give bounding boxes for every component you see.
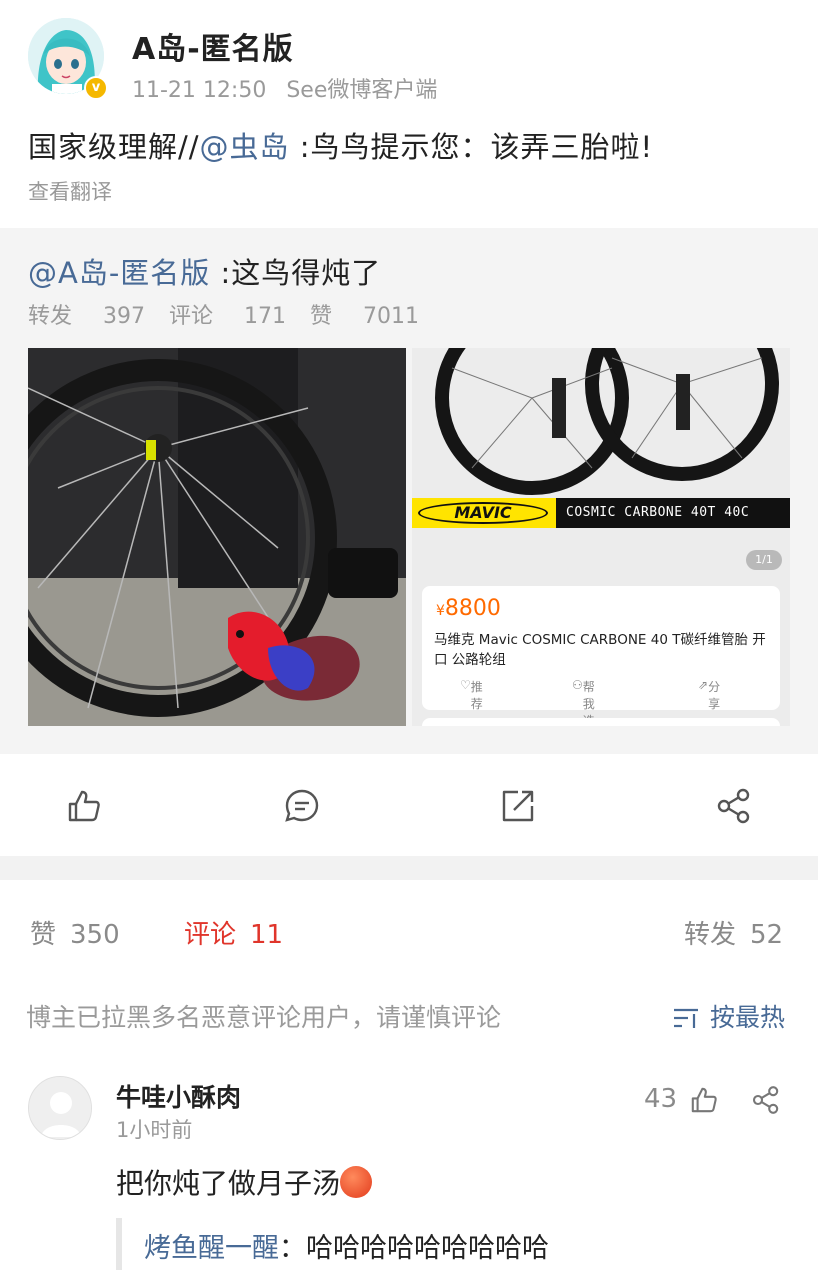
wheel-photo [412, 348, 790, 496]
weibo-post-page: v A岛-匿名版 11-21 12:50 See微博客户端 国家级理解//@虫岛 … [0, 0, 818, 1280]
angry-emoji-icon [340, 1166, 373, 1198]
repost-stats: 转发 397 评论 171 赞 7011 [28, 298, 419, 330]
reply-user[interactable]: 烤鱼醒一醒 [144, 1233, 279, 1264]
post-text: 国家级理解//@虫岛 :鸟鸟提示您：该弄三胎啦! [28, 124, 798, 166]
repost-block[interactable]: @A岛-匿名版 :这鸟得炖了 转发 397 评论 171 赞 7011 MAVI… [0, 228, 818, 754]
sort-button[interactable]: 按最热 [672, 998, 785, 1034]
sort-label: 按最热 [710, 1003, 786, 1032]
repost-text: @A岛-匿名版 :这鸟得炖了 [28, 250, 381, 292]
comment-time: 1小时前 [116, 1118, 193, 1142]
reply-bar [116, 1218, 122, 1270]
product-card: ¥8800 马维克 Mavic COSMIC CARBONE 40 T碳纤维管胎… [422, 586, 780, 726]
tab-comments[interactable]: 评论 11 [184, 914, 283, 951]
repost-stat-reposts[interactable]: 转发 397 [28, 304, 145, 329]
mention-link[interactable]: @虫岛 [200, 130, 290, 164]
reply-block[interactable]: 烤鱼醒一醒：哈哈哈哈哈哈哈哈哈 [116, 1216, 796, 1276]
post-text-prefix: 国家级理解// [28, 130, 200, 164]
author-avatar[interactable]: v [28, 18, 108, 100]
post-header: v A岛-匿名版 11-21 12:50 See微博客户端 [28, 18, 788, 108]
mavic-logo: MAVIC [412, 498, 556, 528]
commenter-name[interactable]: 牛哇小酥肉 [116, 1078, 241, 1114]
repost-mention-link[interactable]: @A岛-匿名版 [28, 256, 210, 290]
product-card-next [422, 718, 780, 726]
repost-stat-comments[interactable]: 评论 171 [169, 304, 286, 329]
product-recommend: ♡ 推荐 [460, 678, 483, 711]
reply-text: 烤鱼醒一醒：哈哈哈哈哈哈哈哈哈 [144, 1226, 549, 1265]
action-bar [0, 756, 818, 856]
page-indicator: 1/1 [746, 550, 782, 570]
section-separator [0, 856, 818, 880]
repost-text-body: :这鸟得炖了 [210, 256, 382, 290]
post-source[interactable]: See微博客户端 [286, 78, 437, 103]
interaction-tabs: 赞 350 评论 11 转发 52 [0, 880, 818, 980]
repost-icon[interactable] [498, 786, 538, 826]
product-share: ⇗ 分享 [698, 678, 721, 711]
reply-body: ：哈哈哈哈哈哈哈哈哈 [279, 1233, 549, 1264]
author-name[interactable]: A岛-匿名版 [132, 24, 294, 68]
comment-notice: 博主已拉黑多名恶意评论用户，请谨慎评论 [26, 1003, 502, 1032]
tab-reposts[interactable]: 转发 52 [684, 914, 783, 951]
like-icon[interactable] [64, 786, 104, 826]
comment-text: 把你炖了做月子汤 [116, 1162, 373, 1202]
comment-share-icon[interactable] [750, 1084, 782, 1116]
repost-image-product[interactable]: MAVIC COSMIC CARBONE 40T 40C 1/1 ¥8800 马… [412, 348, 790, 726]
comment-item: 牛哇小酥肉 1小时前 43 把你炖了做月子汤 烤鱼醒一醒：哈哈哈哈哈哈哈哈哈 [0, 1066, 818, 1280]
sort-icon [672, 1006, 702, 1030]
mavic-banner: MAVIC COSMIC CARBONE 40T 40C [412, 498, 790, 528]
verified-badge-icon: v [84, 76, 108, 100]
share-icon[interactable] [714, 786, 754, 826]
product-title: 马维克 Mavic COSMIC CARBONE 40 T碳纤维管胎 开口 公路… [434, 632, 766, 668]
mavic-model-text: COSMIC CARBONE 40T 40C [566, 505, 750, 520]
translate-link[interactable]: 查看翻译 [28, 176, 112, 206]
product-price: ¥8800 [436, 596, 501, 621]
mavic-logo-text: MAVIC [418, 502, 548, 524]
repost-image-parrot[interactable] [28, 348, 406, 726]
comment-like-count: 43 [644, 1084, 678, 1114]
comment-icon[interactable] [282, 786, 322, 826]
tab-likes[interactable]: 赞 350 [30, 914, 120, 951]
commenter-avatar[interactable] [28, 1076, 92, 1140]
post-text-suffix: :鸟鸟提示您：该弄三胎啦! [289, 130, 654, 164]
repost-stat-likes[interactable]: 赞 7011 [310, 304, 419, 329]
post-meta: 11-21 12:50 See微博客户端 [132, 72, 437, 104]
post-time: 11-21 12:50 [132, 78, 267, 103]
comment-like-icon[interactable] [688, 1084, 720, 1116]
product-help-choose: ⚇ 帮我选 [572, 678, 595, 726]
comment-text-body: 把你炖了做月子汤 [116, 1167, 341, 1200]
